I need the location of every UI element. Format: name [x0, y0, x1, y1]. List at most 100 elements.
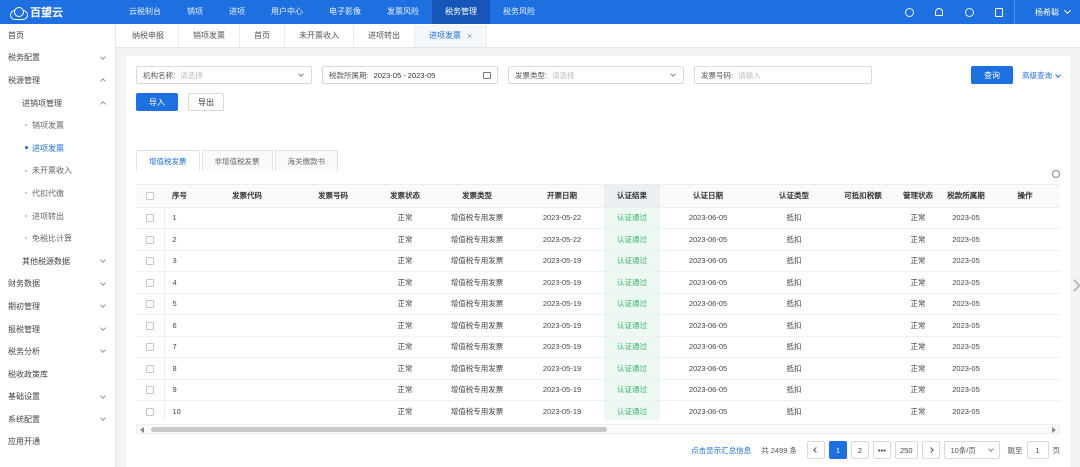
help-icon[interactable] — [894, 0, 924, 24]
column-header[interactable]: 认证日期 — [660, 185, 756, 208]
page-number-button[interactable]: 250 — [894, 441, 918, 459]
column-header[interactable]: 发票号码 — [290, 185, 376, 208]
page-number-button[interactable]: 2 — [850, 441, 869, 459]
prev-page-button[interactable] — [806, 441, 825, 459]
scroll-left-icon[interactable] — [140, 427, 144, 433]
settings-gear-icon[interactable] — [1052, 170, 1060, 178]
sidebar-item[interactable]: 税务配置 — [0, 47, 115, 70]
nav-item[interactable]: 进项 — [216, 0, 258, 24]
period-picker[interactable]: 税款所属期: 2023-05 - 2023-05 — [322, 66, 498, 84]
page-tab[interactable]: 首页 — [240, 25, 285, 47]
sidebar-item[interactable]: 财务数据 — [0, 273, 115, 296]
row-checkbox[interactable] — [136, 207, 164, 229]
doc-icon[interactable] — [984, 0, 1014, 24]
query-button[interactable]: 查询 — [971, 66, 1013, 84]
nav-item[interactable]: 销项 — [174, 0, 216, 24]
column-header[interactable]: 序号 — [164, 185, 204, 208]
clock-icon[interactable] — [954, 0, 984, 24]
row-checkbox[interactable] — [136, 336, 164, 358]
sidebar-item[interactable]: 代扣代缴 — [0, 182, 115, 205]
table-row[interactable]: 8 正常 增值税专用发票 2023-05-19 认证通过 2023-06-05 抵扣 正常 20… — [136, 357, 1060, 380]
nav-item[interactable]: 发票风险 — [374, 0, 432, 24]
table-row[interactable]: 4 正常 增值税专用发票 2023-05-19 认证通过 2023-06-05 抵扣 正常 20… — [136, 271, 1060, 294]
column-header[interactable]: 开票日期 — [520, 185, 604, 208]
nav-item[interactable]: 电子影像 — [316, 0, 374, 24]
sub-tab[interactable]: 增值税发票 — [136, 150, 200, 171]
column-header[interactable]: 认证类型 — [756, 185, 832, 208]
sidebar-item[interactable]: 进项发票 — [0, 137, 115, 160]
sidebar-item[interactable]: 其他税源数据 — [0, 250, 115, 273]
row-checkbox[interactable] — [136, 271, 164, 294]
bell-icon[interactable] — [924, 0, 954, 24]
column-header[interactable]: 发票类型 — [434, 185, 520, 208]
sub-tab[interactable]: 非增值税发票 — [201, 150, 273, 171]
sidebar-item[interactable]: 系统配置 — [0, 408, 115, 431]
row-checkbox[interactable] — [136, 314, 164, 337]
sidebar-item[interactable]: 首页 — [0, 24, 115, 47]
invoice-type-select[interactable]: 发票类型: 请选择 — [508, 66, 684, 84]
row-checkbox[interactable] — [136, 400, 164, 420]
column-header[interactable]: 可抵扣税额 — [832, 185, 894, 208]
row-checkbox[interactable] — [136, 357, 164, 380]
logo[interactable]: 百望云 — [0, 0, 116, 24]
import-button[interactable]: 导入 — [136, 93, 178, 111]
user-menu[interactable]: 杨希聪 — [1014, 0, 1080, 24]
page-tab[interactable]: 销项发票 — [179, 25, 240, 47]
table-row[interactable]: 3 正常 增值税专用发票 2023-05-19 认证通过 2023-06-05 抵扣 正常 20… — [136, 250, 1060, 272]
row-checkbox[interactable] — [136, 293, 164, 315]
page-number-button[interactable]: ••• — [872, 441, 891, 459]
nav-item[interactable]: 云税制台 — [116, 0, 174, 24]
select-all-checkbox[interactable] — [136, 185, 164, 208]
page-tab[interactable]: 未开票收入 — [285, 25, 354, 47]
nav-item[interactable]: 税务管理 — [432, 0, 490, 24]
column-header[interactable]: 税款所属期 — [942, 185, 990, 208]
next-page-button[interactable] — [921, 441, 940, 459]
page-number-button[interactable]: 1 — [828, 441, 847, 459]
column-header[interactable]: 操作 — [990, 185, 1060, 208]
column-header[interactable]: 发票代码 — [204, 185, 290, 208]
sidebar-item[interactable]: 税收政策库 — [0, 363, 115, 386]
sidebar-item[interactable]: 免税比计算 — [0, 227, 115, 250]
show-summary-link[interactable]: 点击显示汇总信息 — [691, 445, 751, 456]
row-checkbox[interactable] — [136, 250, 164, 272]
nav-item[interactable]: 用户中心 — [258, 0, 316, 24]
table-row[interactable]: 1 正常 增值税专用发票 2023-05-22 认证通过 2023-06-05 抵扣 正常 20… — [136, 207, 1060, 229]
goto-page-input[interactable]: 1 — [1026, 441, 1049, 459]
page-tab[interactable]: 进项转出 — [354, 25, 415, 47]
column-header[interactable]: 管理状态 — [894, 185, 942, 208]
chevron-right-icon[interactable] — [1070, 278, 1078, 292]
sidebar-item[interactable]: 税务分析 — [0, 340, 115, 363]
sidebar-item[interactable]: 基础设置 — [0, 386, 115, 409]
sidebar-item[interactable]: 销项发票 — [0, 114, 115, 137]
advanced-query-link[interactable]: 高级查询 — [1022, 70, 1061, 81]
row-checkbox[interactable] — [136, 379, 164, 401]
table-row[interactable]: 10 正常 增值税专用发票 2023-05-19 认证通过 2023-06-05 抵扣 正常 2… — [136, 400, 1060, 420]
table-row[interactable]: 2 正常 增值税专用发票 2023-05-22 认证通过 2023-06-05 抵扣 正常 20… — [136, 228, 1060, 251]
close-icon[interactable]: × — [467, 25, 472, 47]
page-size-select[interactable]: 10条/页 — [943, 441, 1000, 459]
scroll-right-icon[interactable] — [1052, 427, 1056, 433]
sidebar-item[interactable]: 期初管理 — [0, 295, 115, 318]
horizontal-scrollbar[interactable] — [136, 424, 1060, 434]
scroll-thumb[interactable] — [151, 427, 607, 432]
table-row[interactable]: 6 正常 增值税专用发票 2023-05-19 认证通过 2023-06-05 抵扣 正常 20… — [136, 314, 1060, 337]
row-checkbox[interactable] — [136, 228, 164, 251]
sidebar-item[interactable]: 税源管理 — [0, 69, 115, 92]
table-row[interactable]: 5 正常 增值税专用发票 2023-05-19 认证通过 2023-06-05 抵扣 正常 20… — [136, 293, 1060, 315]
sidebar-item[interactable]: 报税管理 — [0, 318, 115, 341]
invoice-number-input[interactable]: 发票号码: 请输入 — [694, 66, 872, 84]
sidebar-item[interactable]: 进项转出 — [0, 205, 115, 228]
page-tab[interactable]: 进项发票 × — [415, 25, 488, 47]
sub-tab[interactable]: 海关缴款书 — [274, 150, 338, 171]
export-button[interactable]: 导出 — [188, 93, 224, 111]
org-select[interactable]: 机构名称: 请选择 — [136, 66, 312, 84]
sidebar-item[interactable]: 未开票收入 — [0, 160, 115, 183]
table-row[interactable]: 7 正常 增值税专用发票 2023-05-19 认证通过 2023-06-05 抵扣 正常 20… — [136, 336, 1060, 358]
table-row[interactable]: 9 正常 增值税专用发票 2023-05-19 认证通过 2023-06-05 抵扣 正常 20… — [136, 379, 1060, 401]
column-header[interactable]: 发票状态 — [376, 185, 434, 208]
page-tab[interactable]: 纳税申报 — [118, 25, 179, 47]
sidebar-item[interactable]: 进销项管理 — [0, 92, 115, 115]
nav-item[interactable]: 税务风险 — [490, 0, 548, 24]
column-header[interactable]: 认证结果 — [604, 185, 660, 208]
sidebar-item[interactable]: 应用开通 — [0, 431, 115, 454]
